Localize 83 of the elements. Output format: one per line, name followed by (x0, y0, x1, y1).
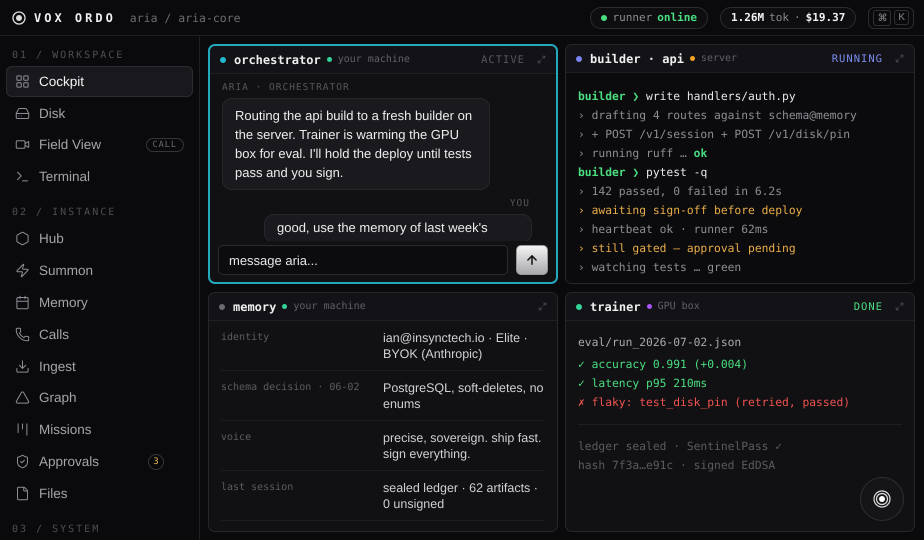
message-bubble: good, use the memory of last week's (264, 214, 532, 241)
section-title: 01 / WORKSPACE (11, 49, 126, 63)
panel-location: server (700, 53, 738, 64)
section-title: 03 / SYSTEM (11, 522, 102, 537)
panel-location: your machine (338, 54, 410, 65)
test-result: ✗ flaky: test_disk_pin (retried, passed) (578, 395, 852, 411)
nav-item[interactable]: Memory (6, 287, 193, 318)
voice-button[interactable] (860, 477, 904, 521)
command-shortcut[interactable]: ⌘ K (868, 6, 914, 28)
panel-location: GPU box (658, 301, 700, 312)
panel-title: memory (233, 300, 276, 314)
kanban-icon (15, 422, 30, 438)
drive-icon (15, 106, 30, 121)
memory-key: voice (221, 430, 371, 462)
nav-item[interactable]: Field View CALL (6, 130, 193, 160)
terminal-line: › + POST /v1/session + POST /v1/disk/pin (578, 127, 852, 143)
panel-status: RUNNING (832, 52, 883, 64)
memory-value: precise, sovereign. ship fast. sign everything. (383, 430, 542, 462)
expand-icon[interactable] (538, 302, 547, 311)
nav-item[interactable]: Terminal (6, 162, 193, 192)
runner-status: runner online (590, 6, 708, 28)
memory-value: PostgreSQL, soft-deletes, no enums (383, 380, 545, 412)
download-icon (15, 358, 30, 374)
expand-icon[interactable] (895, 302, 904, 311)
terminal-line: › watching tests … green (578, 260, 742, 276)
panel-status: DONE (854, 300, 883, 312)
message-bubble: Routing the api build to a fresh builder on the server. Trainer is warming the GPU box for eval. I'll hold the deploy until tests pass and you sign. (222, 98, 490, 190)
nav-item[interactable]: Graph (6, 382, 193, 414)
call-tag: CALL (146, 138, 184, 152)
file-icon (15, 486, 30, 501)
memory-value: ian@insynctech.io · Elite · BYOK (Anthropic) (383, 330, 529, 362)
expand-icon[interactable] (537, 55, 546, 64)
breadcrumb[interactable]: aria / aria-core (130, 10, 241, 24)
terminal-line: › awaiting sign-off before deploy (578, 203, 804, 219)
terminal-line: › 142 passed, 0 failed in 6.2s (578, 184, 784, 200)
nav-item[interactable]: Hub (6, 223, 193, 254)
brand-name: VOX ORDO (34, 10, 116, 24)
panel-location: your machine (293, 301, 366, 312)
footer-line: hash 7f3a…e91c · signed EdDSA (578, 458, 776, 474)
shield-icon (15, 454, 30, 470)
panel-title: trainer (590, 300, 641, 314)
lightning-icon (15, 262, 30, 278)
panel-title: builder · api (590, 52, 684, 66)
nav-item[interactable]: Disk (6, 98, 193, 128)
send-button[interactable] (516, 245, 548, 275)
memory-key: schema decision · 06-02 (221, 380, 371, 412)
terminal-line: builder ❯ write handlers/auth.py (578, 89, 797, 105)
section-title: 02 / INSTANCE (11, 206, 118, 220)
memory-key: identity (221, 330, 371, 362)
message-input[interactable]: message aria... (218, 245, 508, 275)
terminal-line: builder ❯ pytest -q (578, 165, 708, 181)
hexagon-icon (15, 231, 30, 246)
test-result: ✓ accuracy 0.991 (+0.004) (578, 357, 750, 373)
usage-meter: 1.26M tok · $19.37 (720, 6, 856, 28)
triangle-icon (15, 390, 30, 406)
logo-icon (12, 10, 26, 24)
footer-line: ledger sealed · SentinelPass ✓ (578, 439, 784, 455)
nav-item[interactable]: Calls (6, 318, 193, 350)
terminal-icon (15, 169, 30, 184)
grid-icon (15, 74, 30, 89)
memory-value: sealed ledger · 62 artifacts · 0 unsigned (383, 480, 539, 512)
terminal-line: › heartbeat ok · runner 62ms (578, 222, 770, 238)
nav-item[interactable]: Cockpit (6, 66, 193, 97)
message-author: YOU (508, 198, 531, 210)
count-badge: 3 (148, 454, 164, 470)
message-author: ARIA · ORCHESTRATOR (222, 82, 351, 94)
phone-icon (15, 326, 30, 342)
panel-title: orchestrator (234, 52, 321, 66)
nav-item[interactable]: Summon (6, 255, 193, 286)
nav-item[interactable]: Ingest (6, 350, 193, 382)
terminal-line: › still gated — approval pending (578, 241, 797, 257)
test-result: ✓ latency p95 210ms (578, 376, 708, 392)
target-icon (872, 489, 892, 509)
file-name: eval/run_2026-07-02.json (578, 335, 742, 351)
expand-icon[interactable] (895, 54, 904, 63)
nav-item[interactable]: Approvals 3 (6, 446, 193, 477)
terminal-line: › drafting 4 routes against schema@memory (578, 108, 858, 124)
nav-item[interactable]: Files (6, 478, 193, 509)
terminal-line: › running ruff … ok (578, 146, 708, 162)
memory-key: last session (221, 480, 371, 512)
nav-item[interactable]: Missions (6, 414, 193, 445)
panel-status: ACTIVE (481, 54, 525, 66)
calendar-icon (15, 294, 30, 310)
